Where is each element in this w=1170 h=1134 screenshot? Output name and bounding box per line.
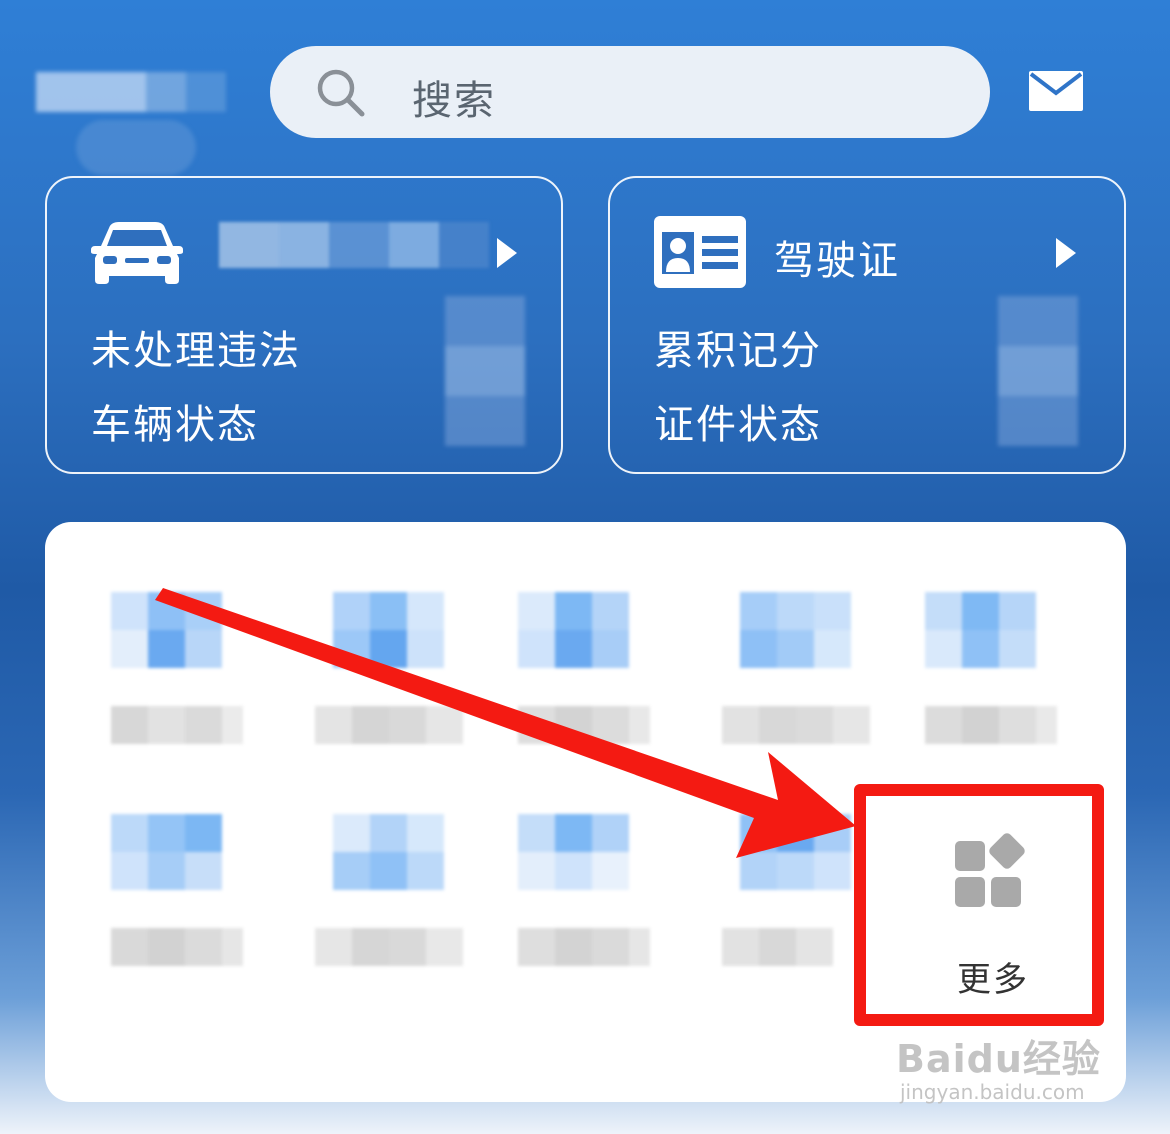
search-icon — [317, 69, 365, 117]
watermark-url: jingyan.baidu.com — [900, 1080, 1085, 1104]
accumulated-points-label: 累积记分 — [654, 328, 822, 374]
service-item-blurred[interactable] — [315, 592, 483, 782]
search-placeholder: 搜索 — [412, 78, 496, 124]
license-status-label: 证件状态 — [654, 402, 822, 448]
watermark: Baidu经验 jingyan.baidu.com — [896, 1008, 1126, 1112]
chevron-right-icon — [497, 238, 517, 268]
service-item-blurred[interactable] — [925, 592, 1075, 782]
mail-icon[interactable] — [1029, 71, 1083, 111]
watermark-brand: Baidu经验 — [896, 1037, 1101, 1081]
vehicle-card[interactable]: 未处理违法 车辆状态 — [45, 176, 563, 474]
id-card-icon — [654, 216, 746, 288]
car-icon — [91, 222, 183, 284]
chevron-right-icon — [1056, 238, 1076, 268]
grid-more-icon[interactable] — [955, 833, 1031, 909]
service-item-blurred[interactable] — [111, 592, 261, 782]
license-values-blurred — [998, 296, 1078, 446]
service-item-blurred[interactable] — [518, 592, 668, 782]
service-item-blurred[interactable] — [518, 814, 668, 1004]
plate-number-blurred — [219, 222, 489, 268]
more-label[interactable]: 更多 — [955, 952, 1031, 1001]
service-item-blurred[interactable] — [722, 592, 890, 782]
license-card[interactable]: 驾驶证 累积记分 证件状态 — [608, 176, 1126, 474]
unprocessed-violations-label: 未处理违法 — [91, 328, 301, 374]
service-item-blurred[interactable] — [315, 814, 483, 1004]
city-selector-blurred[interactable] — [36, 60, 226, 175]
vehicle-values-blurred — [445, 296, 525, 446]
service-item-blurred[interactable] — [111, 814, 261, 1004]
license-title: 驾驶证 — [774, 238, 900, 284]
search-bar[interactable]: 搜索 — [270, 46, 990, 138]
vehicle-status-label: 车辆状态 — [91, 402, 259, 448]
